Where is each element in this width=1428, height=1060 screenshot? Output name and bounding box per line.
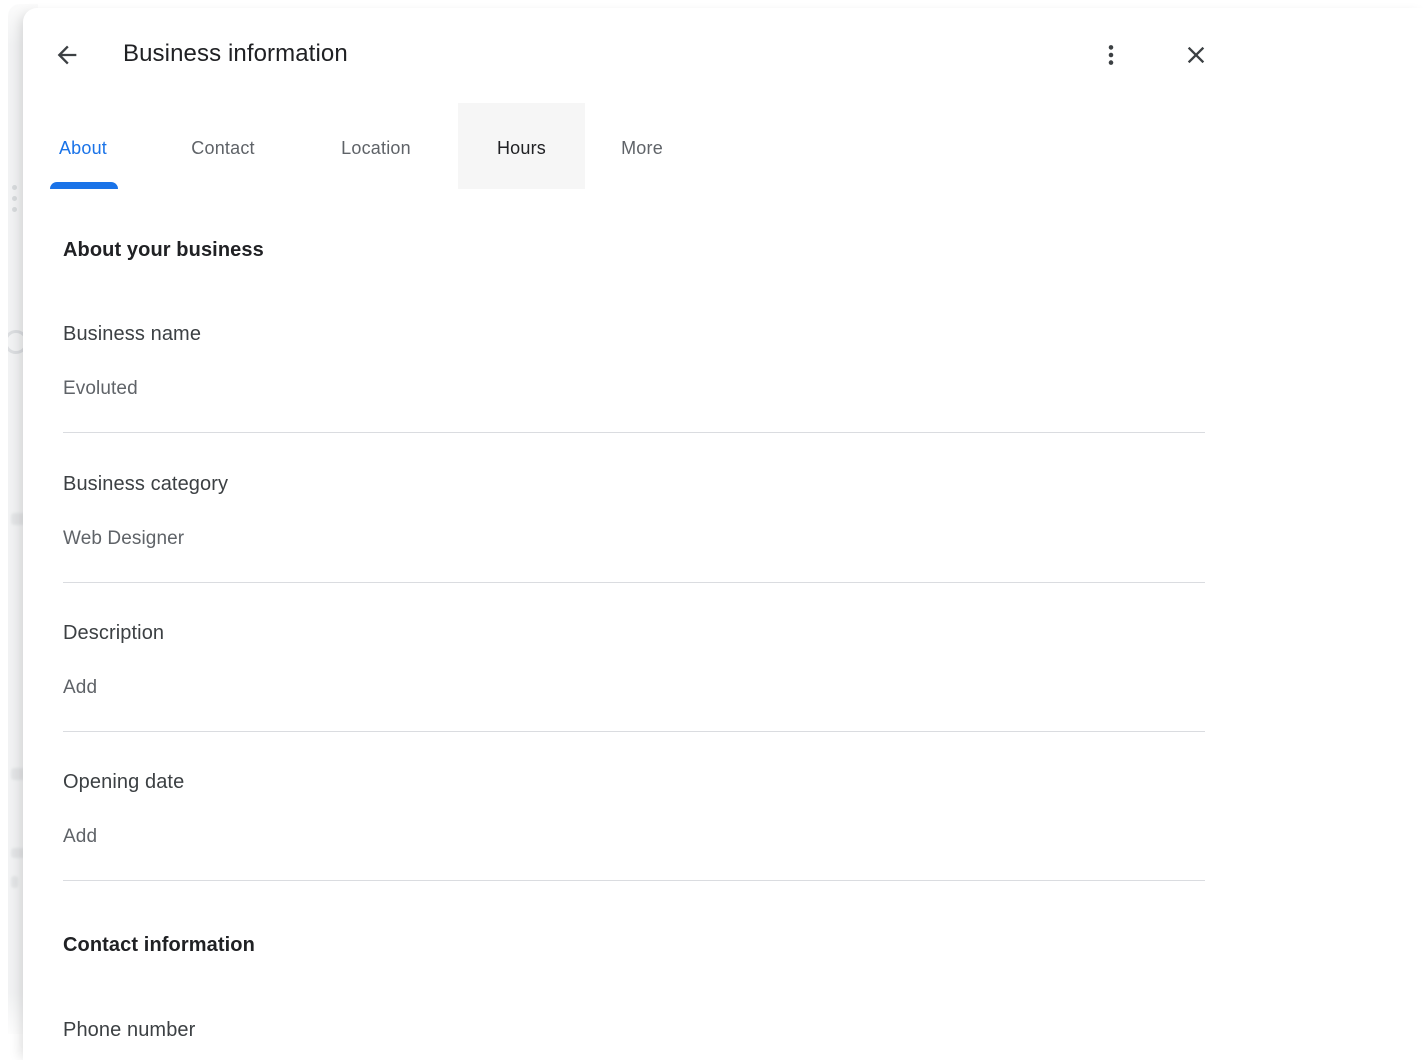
field-value: Evoluted: [63, 377, 138, 400]
tab-contact-label: Contact: [191, 138, 254, 159]
business-information-dialog: Business information About Contact Locat…: [23, 8, 1428, 1060]
tab-location-label: Location: [341, 138, 411, 159]
tab-about[interactable]: About: [37, 103, 129, 189]
field-label: Phone number: [63, 1018, 195, 1042]
tab-hours-label: Hours: [497, 138, 546, 159]
back-button[interactable]: [45, 33, 89, 77]
more-options-button[interactable]: [1089, 33, 1133, 77]
arrow-left-icon: [53, 41, 81, 69]
field-label: Opening date: [63, 770, 184, 794]
field-opening-date[interactable]: Opening date Add: [63, 732, 1205, 881]
background-menu-dots-icon: [12, 207, 17, 212]
close-button[interactable]: [1174, 33, 1218, 77]
field-label: Business category: [63, 472, 228, 496]
field-phone-number[interactable]: Phone number: [63, 998, 1205, 1060]
section-heading-about: About your business: [63, 239, 264, 262]
field-value: Add: [63, 676, 97, 699]
field-business-category[interactable]: Business category Web Designer: [63, 433, 1205, 583]
field-value: Add: [63, 825, 97, 848]
field-label: Description: [63, 621, 164, 645]
background-menu-dots-icon: [12, 185, 17, 190]
tab-more[interactable]: More: [587, 103, 697, 189]
close-icon: [1182, 41, 1210, 69]
three-dot-menu-icon: [1098, 42, 1124, 68]
tab-contact[interactable]: Contact: [163, 103, 283, 189]
tab-about-label: About: [59, 138, 107, 159]
field-label: Business name: [63, 322, 201, 346]
tab-more-label: More: [621, 138, 663, 159]
page-title: Business information: [123, 39, 348, 69]
tab-location[interactable]: Location: [311, 103, 441, 189]
tab-bar: About Contact Location Hours More: [23, 103, 1428, 189]
tab-hours[interactable]: Hours: [458, 103, 585, 189]
section-heading-contact: Contact information: [63, 934, 255, 957]
background-text-fragment: [11, 876, 18, 888]
background-menu-dots-icon: [12, 196, 17, 201]
field-business-name[interactable]: Business name Evoluted: [63, 303, 1205, 433]
active-tab-indicator: [50, 182, 118, 189]
field-description[interactable]: Description Add: [63, 583, 1205, 732]
field-value: Web Designer: [63, 527, 184, 550]
